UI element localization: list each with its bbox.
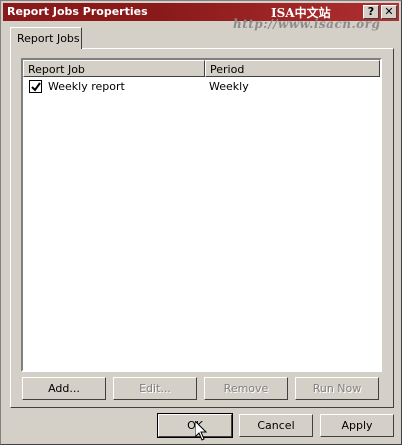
run-now-button[interactable]: Run Now: [295, 377, 379, 400]
tab-report-jobs[interactable]: Report Jobs: [10, 27, 82, 49]
report-job-name: Weekly report: [48, 80, 125, 93]
checkmark-icon: [31, 82, 41, 92]
report-jobs-list[interactable]: Report Job Period Weekly report Weekly: [21, 58, 382, 372]
column-header-report-job[interactable]: Report Job: [23, 60, 205, 77]
column-header-period[interactable]: Period: [205, 60, 380, 77]
tab-label: Report Jobs: [17, 32, 80, 45]
close-icon: ✕: [384, 5, 394, 18]
report-job-period: Weekly: [209, 80, 249, 93]
cancel-button[interactable]: Cancel: [239, 414, 313, 437]
apply-button[interactable]: Apply: [320, 414, 394, 437]
properties-dialog: Report Jobs Properties ISA中文站 ? ✕ http:/…: [0, 0, 402, 445]
remove-button[interactable]: Remove: [204, 377, 288, 400]
enabled-checkbox[interactable]: [29, 80, 42, 93]
list-item[interactable]: Weekly report Weekly: [23, 78, 380, 95]
window-title: Report Jobs Properties: [7, 5, 148, 18]
edit-button[interactable]: Edit...: [113, 377, 197, 400]
close-button[interactable]: ✕: [381, 5, 397, 19]
watermark-url: http://www.isacn.org: [233, 17, 381, 31]
add-button[interactable]: Add...: [22, 377, 106, 400]
mouse-pointer-icon: [195, 421, 207, 441]
